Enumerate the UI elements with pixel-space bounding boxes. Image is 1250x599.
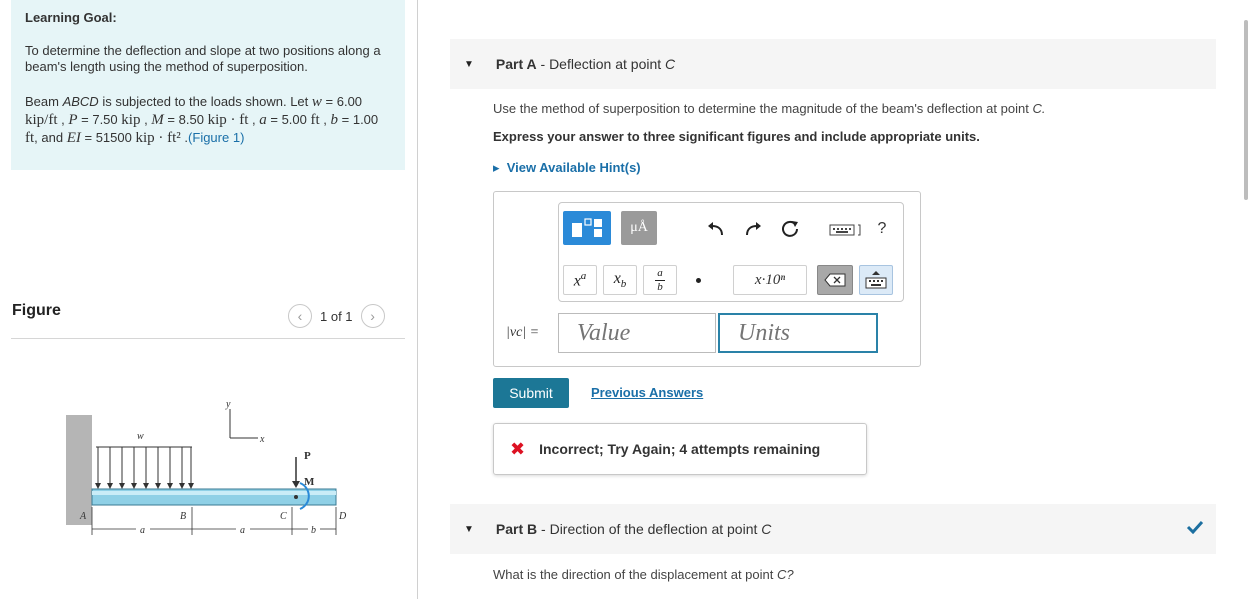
checkmark-icon (1186, 520, 1204, 534)
superscript-icon: xa (573, 269, 587, 290)
fixed-wall (66, 415, 92, 525)
chevron-left-icon: ‹ (297, 308, 303, 324)
keyboard-shortcuts-button[interactable] (827, 221, 867, 239)
fraction-button[interactable]: ab (643, 265, 677, 295)
previous-answers-link[interactable]: Previous Answers (591, 385, 703, 400)
redo-button[interactable] (741, 217, 765, 241)
label-A: A (79, 511, 87, 522)
help-button[interactable]: ? (873, 217, 891, 241)
collapse-triangle-icon: ▼ (464, 523, 474, 535)
pager-text: 1 of 1 (320, 308, 353, 324)
scientific-notation-button[interactable]: x·10ⁿ (733, 265, 807, 295)
beam-figure: w y x P M A B C D a a b (66, 399, 347, 536)
page-scrollbar[interactable] (1244, 20, 1248, 200)
next-figure-button[interactable]: › (360, 304, 385, 328)
right-panel: ▼ Part A - Deflection at point C Use the… (450, 0, 1216, 599)
part-a-header[interactable]: ▼ Part A - Deflection at point C (450, 39, 1216, 89)
dot-icon (695, 277, 701, 283)
collapse-triangle-icon: ▼ (464, 58, 474, 70)
superscript-button[interactable]: xa (563, 265, 597, 295)
symbols-button[interactable]: μÅ (621, 211, 657, 245)
label-P: P (304, 450, 311, 462)
label-B: B (180, 511, 186, 522)
label-y: y (225, 399, 231, 410)
keyboard-icon (829, 224, 861, 236)
caret-right-icon: ▸ (493, 160, 507, 175)
virtual-keyboard-button[interactable] (859, 265, 893, 295)
label-a2: a (240, 525, 245, 536)
figure-pager: ‹ 1 of 1 › (288, 304, 385, 328)
undo-icon (708, 222, 723, 236)
subscript-button[interactable]: xb (603, 265, 637, 295)
part-b-question: What is the direction of the displacemen… (493, 567, 794, 582)
reset-button[interactable] (779, 217, 803, 241)
redo-icon (746, 222, 761, 236)
incorrect-x-icon: ✖ (510, 438, 526, 459)
keyboard-toggle-icon (865, 271, 887, 289)
templates-button[interactable] (563, 211, 611, 245)
part-b-header[interactable]: ▼ Part B - Direction of the deflection a… (450, 504, 1216, 554)
label-M: M (304, 476, 315, 488)
problem-statement: Beam ABCD is subjected to the loads show… (25, 94, 379, 146)
label-C: C (280, 511, 287, 522)
learning-goal-box: Learning Goal: To determine the deflecti… (11, 0, 405, 170)
part-a-instruction: Express your answer to three significant… (493, 129, 980, 144)
label-w: w (137, 431, 144, 442)
figure-divider (11, 338, 405, 339)
math-toolbar: μÅ ? xa xb ab x·10ⁿ (558, 202, 904, 302)
prev-figure-button[interactable]: ‹ (288, 304, 312, 328)
label-D: D (338, 511, 347, 522)
left-panel: Learning Goal: To determine the deflecti… (0, 0, 418, 599)
value-input[interactable] (558, 313, 716, 353)
label-b: b (311, 525, 316, 536)
feedback-text: Incorrect; Try Again; 4 attempts remaini… (539, 441, 821, 457)
undo-button[interactable] (704, 217, 728, 241)
reset-icon (782, 220, 798, 237)
templates-icon (572, 218, 602, 237)
figure-label: Figure (12, 302, 61, 319)
fraction-icon: ab (655, 267, 665, 293)
part-a-question: Use the method of superposition to deter… (493, 101, 1046, 116)
dot-button[interactable] (693, 275, 703, 285)
view-hints-link[interactable]: ▸ View Available Hint(s) (493, 160, 641, 176)
figure-link[interactable]: (Figure 1) (188, 130, 244, 145)
learning-goal-title: Learning Goal: (25, 10, 117, 25)
label-x: x (259, 434, 265, 445)
answer-box: μÅ ? xa xb ab x·10ⁿ |vc| = Value Units (493, 191, 921, 367)
answer-label: |vc| = (506, 325, 540, 340)
label-a1: a (140, 525, 145, 536)
backspace-icon (824, 273, 846, 287)
feedback-message: ✖ Incorrect; Try Again; 4 attempts remai… (493, 423, 867, 475)
learning-goal-text: To determine the deflection and slope at… (25, 43, 381, 74)
chevron-right-icon: › (370, 308, 375, 324)
backspace-button[interactable] (817, 265, 853, 295)
units-input[interactable] (718, 313, 878, 353)
subscript-icon: xb (613, 269, 627, 291)
submit-button[interactable]: Submit (493, 378, 569, 408)
distributed-load-arrows (96, 446, 192, 485)
